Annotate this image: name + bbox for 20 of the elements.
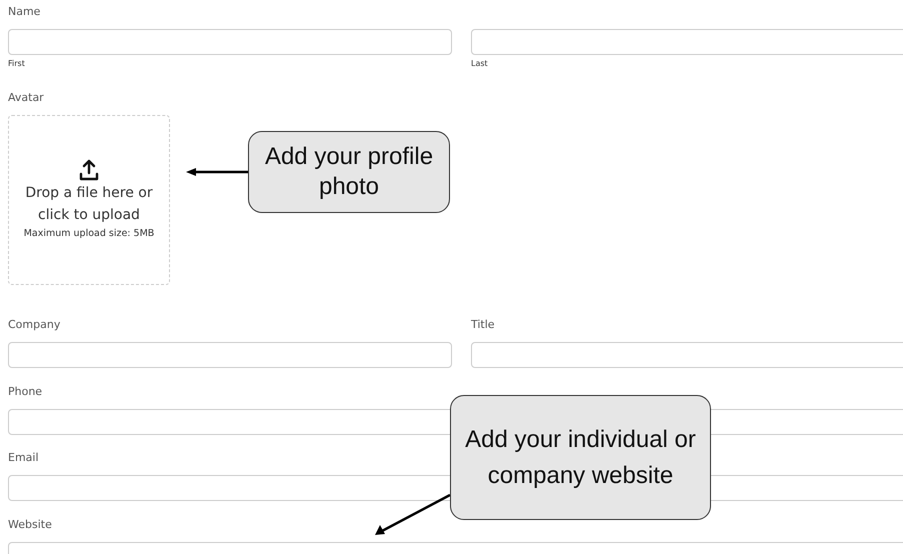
field-label: Website xyxy=(8,517,53,533)
input-field[interactable] xyxy=(471,29,903,55)
arrow xyxy=(186,167,248,177)
field-label: Email xyxy=(8,450,40,466)
input-field[interactable] xyxy=(8,29,452,55)
drop-text: Drop a file here or click to upload xyxy=(24,184,154,225)
upload-icon xyxy=(77,158,101,182)
callout: Add your profile photo xyxy=(248,131,450,213)
field-label: Phone xyxy=(8,384,44,400)
field-label: Avatar xyxy=(8,90,45,106)
file-drop-zone[interactable]: Drop a file here or click to upload Maximum upload size: 5MB xyxy=(8,115,170,285)
field-label: Company xyxy=(8,317,62,333)
input-field[interactable] xyxy=(8,342,452,368)
hint-label: First xyxy=(8,59,26,69)
callout: Add your individual or company website xyxy=(450,395,711,520)
field-label: Title xyxy=(471,317,496,333)
input-field[interactable] xyxy=(471,342,903,368)
upload-limit-text: Maximum upload size: 5MB xyxy=(24,227,154,241)
hint-label: Last xyxy=(471,59,489,69)
field-label: Name xyxy=(8,4,42,20)
